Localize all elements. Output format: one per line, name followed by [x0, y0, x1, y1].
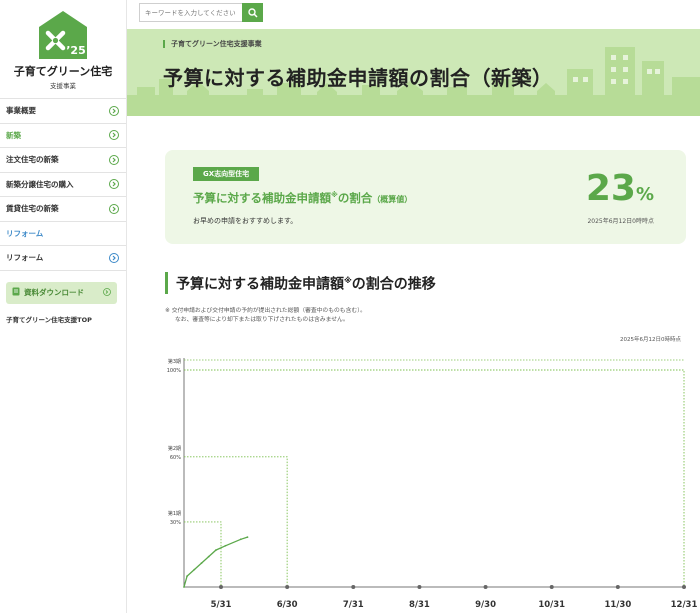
data-point: [200, 562, 203, 565]
x-tick-dot: [285, 585, 290, 589]
summary-heading: 予算に対する補助金申請額※の割合（概算値）: [193, 191, 413, 205]
chevron-right-icon: [109, 130, 119, 141]
x-tick-dot: [483, 585, 488, 589]
sidebar-item-label: リフォーム: [6, 228, 44, 238]
data-point: [214, 549, 217, 552]
section-title: 予算に対する補助金申請額※の割合の推移: [165, 272, 436, 294]
page-title: 予算に対する補助金申請額の割合（新築）: [163, 66, 553, 90]
search-input[interactable]: [139, 3, 242, 22]
sidebar-item-custom-home[interactable]: 注文住宅の新築: [0, 148, 126, 173]
data-point: [224, 544, 227, 547]
search-bar: [139, 3, 263, 22]
sidebar-item-label: 賃貸住宅の新築: [6, 204, 59, 214]
x-tick-label: 10/31: [538, 600, 565, 610]
summary-percent: 23%: [585, 168, 654, 209]
x-tick-label: 12/31: [671, 600, 698, 610]
series-line: [183, 536, 248, 588]
x-tick-dot: [549, 585, 554, 589]
chevron-right-icon: [103, 287, 111, 298]
summary-card: GX志向型住宅 予算に対する補助金申請額※の割合（概算値） お早めの申請をおすす…: [165, 150, 686, 244]
x-tick-label: 5/31: [211, 600, 232, 610]
threshold-percent-label: 30%: [170, 520, 181, 526]
x-tick-label: 11/30: [604, 600, 631, 610]
logo-title: 子育てグリーン住宅: [13, 65, 113, 78]
download-button[interactable]: 資料ダウンロード: [6, 281, 117, 304]
chevron-right-icon: [109, 252, 119, 263]
sidebar-item-label: 新築: [6, 130, 21, 140]
sidebar-item-new-build[interactable]: 新築: [0, 124, 126, 148]
x-tick-dot: [351, 585, 356, 589]
x-tick-label: 8/31: [409, 600, 430, 610]
threshold-line: [184, 521, 222, 587]
data-point: [193, 568, 196, 571]
document-icon: [12, 287, 20, 298]
hero-pretitle: 子育てグリーン住宅支援事業: [163, 40, 262, 48]
sidebar-nav: 事業概要 新築 注文住宅の新築 新築分譲住宅の購入 賃貸住宅の新築 リフォーム …: [0, 98, 126, 271]
sidebar-item-rental[interactable]: 賃貸住宅の新築: [0, 197, 126, 222]
threshold-percent-label: 100%: [167, 368, 182, 374]
sidebar-item-spec-home[interactable]: 新築分譲住宅の購入: [0, 173, 126, 197]
section-note: なお、審査等により却下または取り下げされたものは含みません。: [175, 317, 349, 323]
logo-subtitle: 支援事業: [50, 82, 76, 90]
sidebar-section-reform: リフォーム: [0, 222, 126, 246]
sidebar-item-label: 事業概要: [6, 106, 36, 116]
category-badge: GX志向型住宅: [193, 167, 260, 181]
data-point: [239, 538, 242, 541]
summary-note: お早めの申請をおすすめします。: [193, 217, 298, 225]
hero-banner: 子育てグリーン住宅支援事業 予算に対する補助金申請額の割合（新築）: [127, 29, 700, 116]
threshold-line: [184, 369, 685, 587]
site-logo[interactable]: ’25 子育てグリーン住宅 支援事業: [0, 0, 126, 96]
chevron-right-icon: [109, 203, 119, 214]
data-point: [246, 536, 249, 538]
chart-date: 2025年6月12日0時時点: [620, 337, 681, 343]
sidebar-item-reform[interactable]: リフォーム: [0, 246, 126, 271]
sidebar-item-label: 注文住宅の新築: [6, 155, 59, 165]
sidebar-item-label: 新築分譲住宅の購入: [6, 179, 74, 189]
x-tick-dot: [682, 585, 686, 589]
x-tick-dot: [219, 585, 223, 589]
chevron-right-icon: [109, 105, 119, 116]
logo-year: ’25: [66, 44, 86, 57]
x-tick-dot: [417, 585, 422, 589]
sidebar: ’25 子育てグリーン住宅 支援事業 事業概要 新築 注文住宅の新築 新築分譲住…: [0, 0, 127, 613]
data-point: [207, 555, 210, 558]
x-tick-label: 7/31: [343, 600, 364, 610]
sidebar-item-overview[interactable]: 事業概要: [0, 99, 126, 124]
top-page-link[interactable]: 子育てグリーン住宅支援TOP: [6, 314, 126, 324]
data-point: [186, 575, 188, 578]
x-tick-label: 6/30: [277, 600, 298, 610]
chevron-right-icon: [109, 179, 119, 190]
summary-date: 2025年6月12日0時時点: [587, 218, 654, 225]
chevron-right-icon: [109, 154, 119, 165]
house-logo-icon: ’25: [38, 10, 88, 60]
download-label: 資料ダウンロード: [24, 288, 84, 297]
threshold-period-label: 第3期: [168, 358, 181, 365]
search-icon: [247, 3, 258, 22]
threshold-percent-label: 60%: [170, 455, 181, 461]
section-note: ※ 交付申請および交付申請の予約が提出された総額（審査中のものも含む）。: [165, 308, 366, 314]
search-button[interactable]: [242, 3, 263, 22]
data-point: [183, 586, 185, 588]
x-tick-dot: [615, 585, 620, 589]
sidebar-item-label: リフォーム: [6, 253, 44, 263]
threshold-line: [184, 456, 288, 587]
threshold-period-label: 第1期: [168, 510, 181, 517]
x-tick-label: 9/30: [475, 600, 496, 610]
threshold-period-label: 第2期: [168, 445, 181, 452]
